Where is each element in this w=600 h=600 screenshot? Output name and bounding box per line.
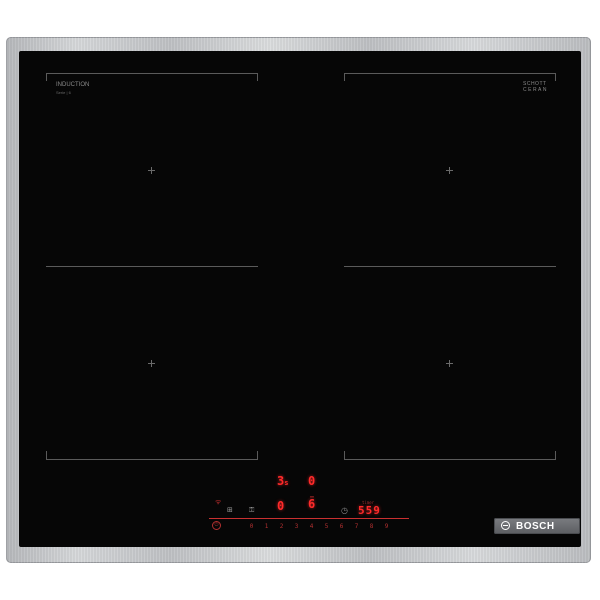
zone-tick [344,451,345,459]
zone-tick [46,73,47,81]
cooktop-glass: INDUCTION Serie | 6 SCHOTT CERAN 3s 0 0 … [19,51,581,547]
zone-right-divider [344,266,556,267]
slider-scale: 0 1 2 3 4 5 6 7 8 9 [247,523,391,530]
slider-step[interactable]: 6 [337,523,346,530]
zone-tick [46,451,47,459]
zone-tick [344,73,345,81]
zone-tick [257,451,258,459]
zone-display-left-top: 3s [277,474,288,488]
selected-zone-indicator-icon: ▁ [310,492,314,498]
slider-step[interactable]: 4 [307,523,316,530]
zone-front-right-top-line [344,73,556,74]
zone-display-center-top: 0 [308,474,316,488]
ceran-label: CERAN [523,87,549,93]
zone-center-mark-rear-left[interactable] [148,360,155,367]
hob-layout-icon[interactable]: ⊞ [227,506,233,514]
series-label: Serie | 6 [56,90,71,95]
induction-label: INDUCTION [56,82,90,88]
child-lock-icon[interactable]: ⚿ [249,506,254,515]
zone-display-center-bottom: 6 [308,497,316,511]
bosch-nameplate: BOSCH [494,518,580,534]
clock-icon[interactable]: ◷ [341,506,348,515]
zone-tick [555,451,556,459]
zone-front-left-top-line [46,73,258,74]
slider-step[interactable]: 5 [322,523,331,530]
slider-step[interactable]: 1 [262,523,271,530]
zone-center-mark-rear-right[interactable] [446,360,453,367]
wifi-icon[interactable]: ᯤ [215,498,221,507]
digit-suffix: s [284,479,289,487]
power-level-slider[interactable] [209,518,409,519]
zone-left-divider [46,266,258,267]
zone-center-mark-front-left[interactable] [148,167,155,174]
zone-display-left-bottom: 0 [277,499,285,513]
slider-step[interactable]: 7 [352,523,361,530]
zone-tick [257,73,258,81]
power-button[interactable]: ⏻ [212,521,221,530]
zone-rear-left-bottom-line [46,459,258,460]
slider-step[interactable]: 2 [277,523,286,530]
bosch-brand-text: BOSCH [516,521,555,532]
slider-step[interactable]: 0 [247,523,256,530]
slider-step[interactable]: 8 [367,523,376,530]
slider-step[interactable]: 9 [382,523,391,530]
zone-tick [555,73,556,81]
timer-display[interactable]: 559 [358,504,381,517]
zone-center-mark-front-right[interactable] [446,167,453,174]
slider-step[interactable]: 3 [292,523,301,530]
bosch-logo-icon [501,521,510,530]
zone-rear-right-bottom-line [344,459,556,460]
